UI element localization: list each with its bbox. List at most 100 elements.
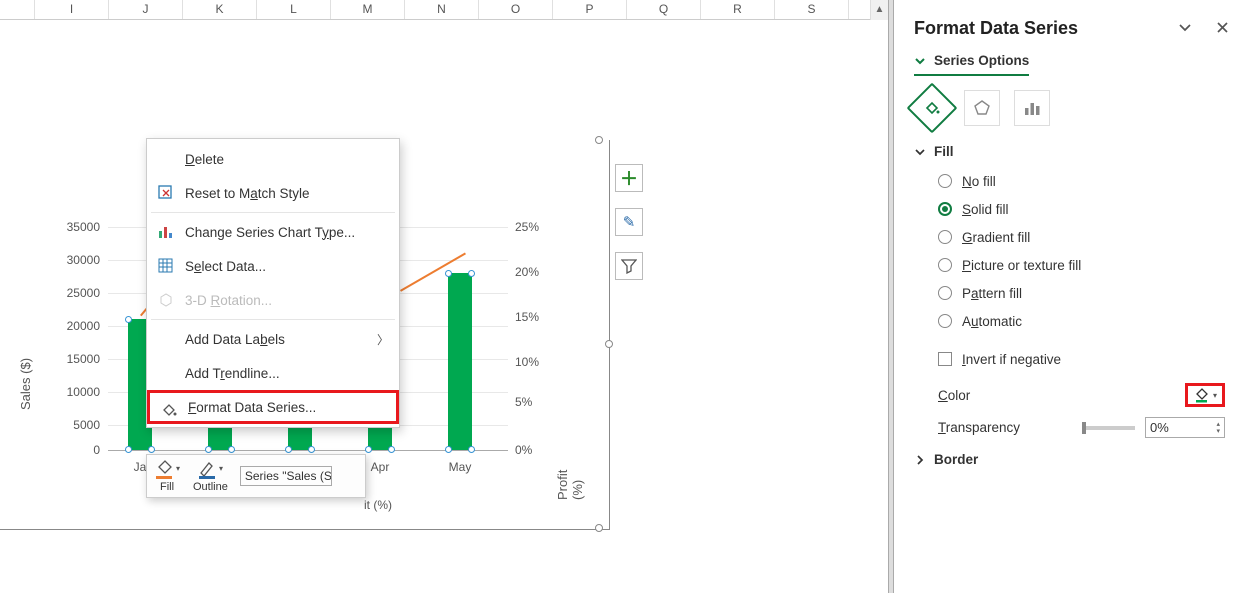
- chart-filters-button[interactable]: [615, 252, 643, 280]
- y-tick: 0: [55, 443, 100, 457]
- col-header[interactable]: P: [553, 0, 627, 19]
- spinner-icon[interactable]: ▴▾: [1216, 421, 1220, 435]
- border-section-toggle[interactable]: Border: [914, 452, 1229, 467]
- y-tick: 20000: [55, 319, 100, 333]
- selection-handle-icon[interactable]: [205, 446, 212, 453]
- ctx-label: Change Series Chart Type...: [185, 225, 355, 240]
- ctx-add-data-labels[interactable]: Add Data Labels 〉: [147, 322, 399, 356]
- selection-handle-icon[interactable]: [285, 446, 292, 453]
- legend-fragment: it (%): [364, 498, 392, 512]
- ctx-label: Delete: [185, 152, 224, 167]
- y-tick: 15000: [55, 352, 100, 366]
- selection-handle-icon[interactable]: [445, 270, 452, 277]
- radio-label: Picture or texture fill: [962, 258, 1081, 273]
- selection-handle-icon[interactable]: [365, 446, 372, 453]
- tab-label: Series Options: [934, 53, 1029, 68]
- col-header[interactable]: L: [257, 0, 331, 19]
- chart-elements-button[interactable]: ＋: [615, 164, 643, 192]
- radio-solid-fill[interactable]: Solid fill: [938, 195, 1229, 223]
- section-label: Border: [934, 452, 978, 467]
- ctx-label: Select Data...: [185, 259, 266, 274]
- selection-handle-icon[interactable]: [148, 446, 155, 453]
- bar-may[interactable]: [448, 273, 472, 450]
- radio-icon: [938, 174, 952, 188]
- col-header[interactable]: I: [35, 0, 109, 19]
- y-tick: 5000: [55, 418, 100, 432]
- ctx-change-chart-type[interactable]: Change Series Chart Type...: [147, 215, 399, 249]
- y2-axis-title: Profit (%): [555, 446, 585, 500]
- col-header[interactable]: N: [405, 0, 479, 19]
- cube-icon: [157, 291, 175, 309]
- chart-resize-handle[interactable]: [595, 136, 603, 144]
- transparency-label: Transparency: [938, 420, 1020, 435]
- col-header[interactable]: K: [183, 0, 257, 19]
- mini-toolbar: ▾ Fill ▾ Outline Series "Sales (S ▾: [146, 454, 366, 498]
- radio-picture-fill[interactable]: Picture or texture fill: [938, 251, 1229, 279]
- selection-handle-icon[interactable]: [445, 446, 452, 453]
- series-options-tab[interactable]: Series Options: [914, 53, 1029, 76]
- col-header[interactable]: Q: [627, 0, 701, 19]
- ctx-label: Add Trendline...: [185, 366, 280, 381]
- ctx-delete[interactable]: Delete: [147, 142, 399, 176]
- chevron-down-icon: [914, 146, 926, 158]
- transparency-input[interactable]: 0% ▴▾: [1145, 417, 1225, 438]
- pane-collapse-button[interactable]: [1178, 21, 1196, 37]
- y-tick: 10000: [55, 385, 100, 399]
- selection-handle-icon[interactable]: [468, 270, 475, 277]
- pane-close-button[interactable]: [1216, 21, 1229, 37]
- col-header[interactable]: J: [109, 0, 183, 19]
- effects-tab-button[interactable]: [964, 90, 1000, 126]
- paint-bucket-icon: [1193, 386, 1211, 404]
- transparency-slider[interactable]: [1085, 426, 1135, 430]
- mini-outline-button[interactable]: ▾ Outline: [193, 459, 228, 493]
- chart-resize-handle[interactable]: [595, 524, 603, 532]
- fill-line-tab-button[interactable]: [907, 83, 958, 134]
- chevron-right-icon: 〉: [377, 331, 389, 348]
- ctx-select-data[interactable]: Select Data...: [147, 249, 399, 283]
- y2-tick: 10%: [515, 355, 555, 369]
- radio-pattern-fill[interactable]: Pattern fill: [938, 279, 1229, 307]
- svg-text:▾: ▾: [219, 464, 223, 473]
- ctx-add-trendline[interactable]: Add Trendline...: [147, 356, 399, 390]
- section-label: Fill: [934, 144, 954, 159]
- ctx-label: Reset to Match Style: [185, 186, 310, 201]
- col-header[interactable]: R: [701, 0, 775, 19]
- y2-tick: 0%: [515, 443, 555, 457]
- radio-label: Pattern fill: [962, 286, 1022, 301]
- scroll-up-arrow[interactable]: ▲: [870, 0, 888, 20]
- mini-fill-button[interactable]: ▾ Fill: [153, 459, 181, 493]
- ctx-label: Format Data Series...: [188, 400, 316, 415]
- chart-styles-button[interactable]: ✎: [615, 208, 643, 236]
- radio-icon: [938, 314, 952, 328]
- selection-handle-icon[interactable]: [468, 446, 475, 453]
- series-options-tab-button[interactable]: [1014, 90, 1050, 126]
- radio-automatic-fill[interactable]: Automatic: [938, 307, 1229, 335]
- selection-handle-icon[interactable]: [125, 316, 132, 323]
- col-header[interactable]: M: [331, 0, 405, 19]
- ctx-reset-match-style[interactable]: Reset to Match Style: [147, 176, 399, 210]
- plus-icon: ＋: [620, 165, 638, 191]
- check-invert-negative[interactable]: Invert if negative: [938, 345, 1229, 373]
- col-header[interactable]: S: [775, 0, 849, 19]
- col-header[interactable]: O: [479, 0, 553, 19]
- radio-gradient-fill[interactable]: Gradient fill: [938, 223, 1229, 251]
- y2-tick: 15%: [515, 310, 555, 324]
- selection-handle-icon[interactable]: [308, 446, 315, 453]
- ctx-3d-rotation: 3-D Rotation...: [147, 283, 399, 317]
- fill-color-button[interactable]: ▾: [1185, 383, 1225, 407]
- mini-series-value: Series "Sales (S: [245, 469, 332, 483]
- radio-icon: [938, 230, 952, 244]
- mini-series-dropdown[interactable]: Series "Sales (S ▾: [240, 466, 332, 486]
- svg-text:▾: ▾: [176, 464, 180, 473]
- fill-section-toggle[interactable]: Fill: [914, 144, 1229, 159]
- format-data-series-pane: Format Data Series Series Options Fill: [894, 0, 1249, 593]
- selection-handle-icon[interactable]: [388, 446, 395, 453]
- y-tick: 35000: [55, 220, 100, 234]
- radio-no-fill[interactable]: No fill: [938, 167, 1229, 195]
- radio-icon: [938, 286, 952, 300]
- selection-handle-icon[interactable]: [125, 446, 132, 453]
- chart-resize-handle[interactable]: [605, 340, 613, 348]
- chevron-down-icon: [1178, 20, 1192, 34]
- ctx-format-data-series[interactable]: Format Data Series...: [147, 390, 399, 424]
- selection-handle-icon[interactable]: [228, 446, 235, 453]
